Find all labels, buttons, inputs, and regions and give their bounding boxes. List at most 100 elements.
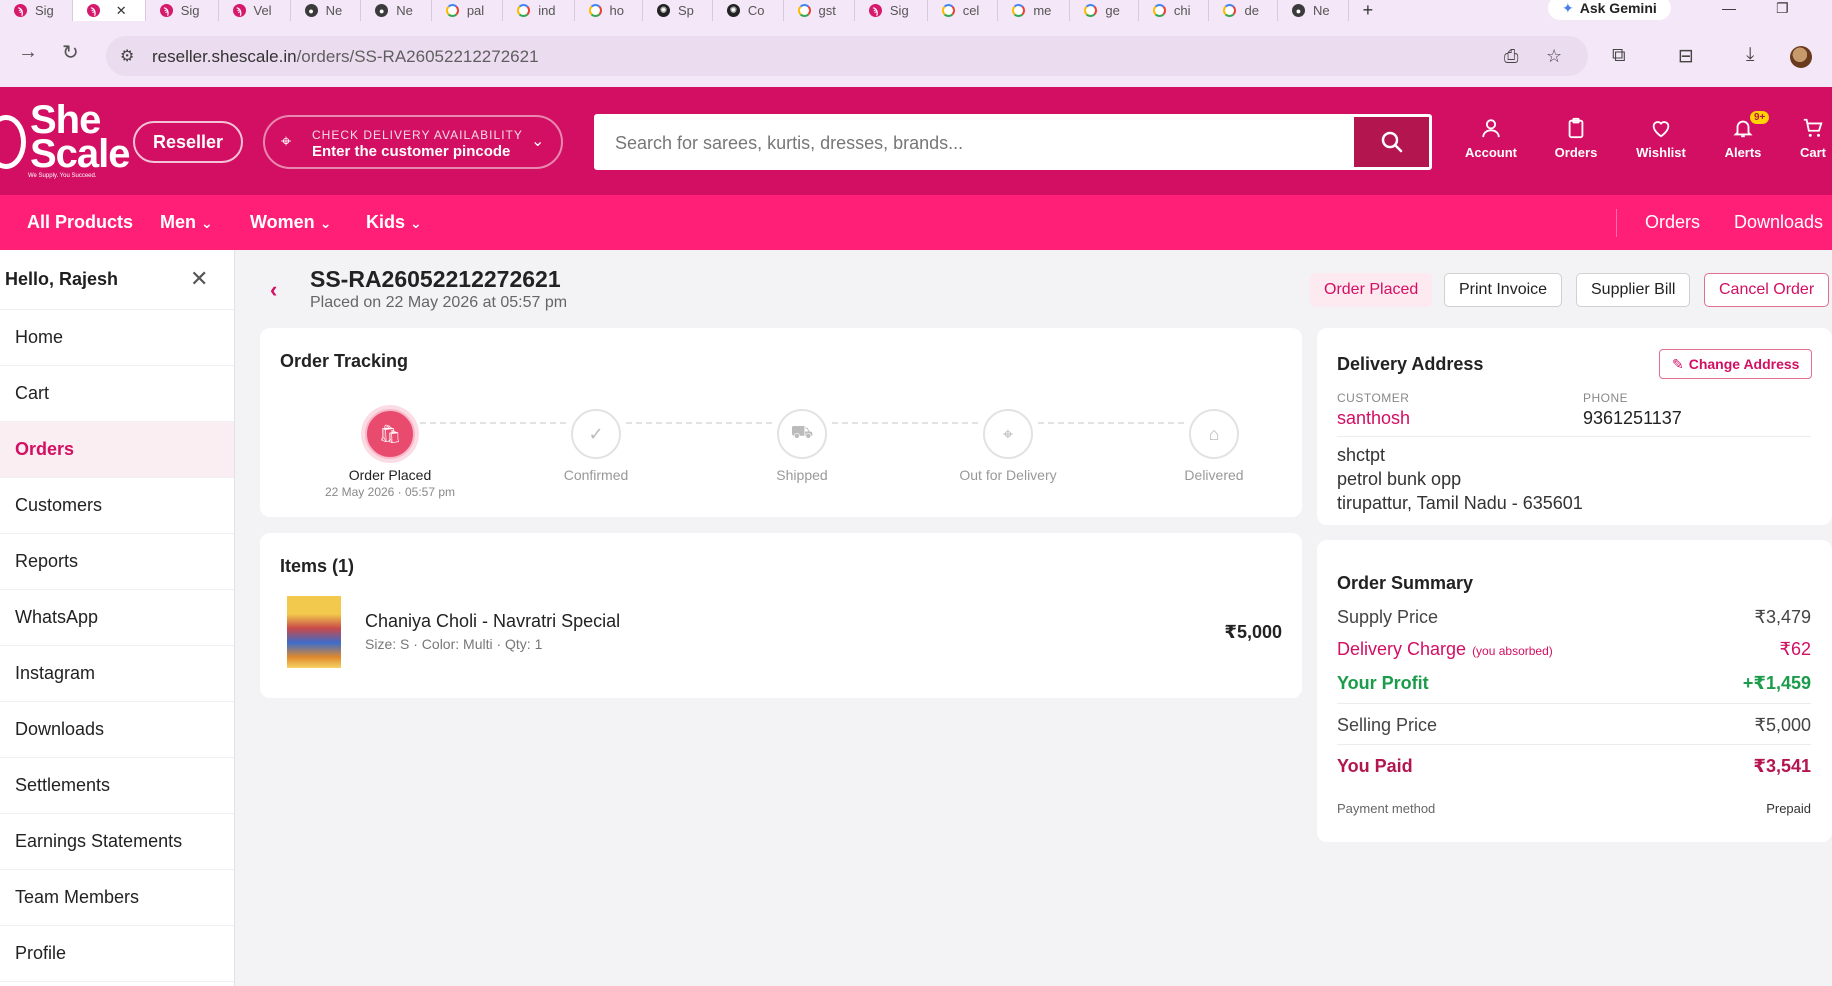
change-address-button[interactable]: ✎ Change Address [1659,349,1813,379]
your-profit-row: Your Profit +₹1,459 [1337,673,1811,693]
customer-name: santhosh [1337,408,1411,428]
chevron-down-icon: ⌄ [531,133,545,150]
truck-icon: ⛟ [777,409,827,459]
browser-tab[interactable]: ● Ne [1278,0,1349,21]
close-icon[interactable]: ✕ [190,266,208,292]
payment-method-row: Payment method Prepaid [1337,801,1811,816]
alerts-button[interactable]: 9+ Alerts [1708,111,1778,160]
url-text[interactable]: reseller.shescale.in/orders/SS-RA2605221… [152,47,539,67]
browser-tab[interactable]: pal [432,0,504,21]
browser-tab[interactable]: ● Ne [361,0,432,21]
wishlist-button[interactable]: Wishlist [1626,117,1696,160]
browser-tab[interactable]: ϡ ✕ [72,0,146,21]
google-favicon-icon [445,4,459,17]
address-line-1: shctpt [1337,445,1386,465]
browser-tab[interactable]: ge [1070,0,1139,21]
forward-arrow-icon[interactable]: → [18,41,38,64]
browser-tab[interactable]: me [998,0,1071,21]
reload-icon[interactable]: ↻ [62,40,79,65]
supplier-bill-button[interactable]: Supplier Bill [1576,273,1691,307]
sidebar-item-customers[interactable]: Customers [0,478,234,534]
site-settings-icon[interactable]: ⚙ [120,46,134,66]
browser-tab[interactable]: ho [575,0,644,21]
nav-kids[interactable]: Kids ⌄ [366,212,422,233]
product-name[interactable]: Chaniya Choli - Navratri Special [365,611,620,632]
browser-tab[interactable]: gst [784,0,855,21]
product-thumbnail[interactable] [287,596,341,668]
browser-tab[interactable]: ϡ Sig [0,0,73,21]
profile-avatar[interactable] [1790,46,1812,68]
orders-button[interactable]: Orders [1541,117,1611,160]
customer-label: CUSTOMER [1337,391,1410,405]
clipboard-icon [1541,117,1611,145]
chevron-down-icon: ⌄ [319,215,332,231]
ask-gemini-button[interactable]: ✦ Ask Gemini [1548,0,1671,20]
browser-tab[interactable]: ● Ne [291,0,362,21]
browser-tab[interactable]: ϡ Vel [219,0,291,21]
search-input[interactable] [615,129,1345,157]
cart-button[interactable]: Cart [1778,117,1832,160]
google-favicon-icon [517,4,531,17]
sidebar-item-whatsapp[interactable]: WhatsApp [0,590,234,646]
google-favicon-icon [1223,4,1237,17]
globe-favicon-icon: ● [304,4,318,17]
tracking-step: 🛍 Order Placed 22 May 2026 · 05:57 pm [310,409,470,499]
summary-divider [1337,703,1811,704]
google-favicon-icon [941,4,955,17]
back-chevron-icon[interactable]: ‹ [270,277,277,303]
logo-swirl-icon [0,115,26,169]
sidebar-item-profile[interactable]: Profile [0,926,234,982]
nav-downloads[interactable]: Downloads [1734,212,1823,233]
browser-tab[interactable]: ϡ Sig [855,0,928,21]
sidebar-item-settlements[interactable]: Settlements [0,758,234,814]
maximize-icon[interactable]: ❐ [1776,0,1789,17]
browser-tab[interactable]: de [1209,0,1278,21]
shescale-favicon-icon: ϡ [232,4,246,17]
sidebar-item-cart[interactable]: Cart [0,366,234,422]
nav-men[interactable]: Men ⌄ [160,212,213,233]
close-tab-icon[interactable]: ✕ [116,3,127,19]
search-box [594,114,1432,170]
sidebar-item-home[interactable]: Home [0,310,234,366]
google-favicon-icon [1012,4,1026,17]
address-divider [1337,436,1811,437]
nav-divider [1616,209,1617,237]
address-bar[interactable]: ⚙ reseller.shescale.in/orders/SS-RA26052… [106,36,1588,76]
bookmark-star-icon[interactable]: ☆ [1546,46,1562,67]
sidebar-item-earnings-statements[interactable]: Earnings Statements [0,814,234,870]
browser-tab[interactable]: ϡ Sig [146,0,219,21]
browser-tab[interactable]: chi [1139,0,1210,21]
browser-tab[interactable]: ✺ Sp [643,0,713,21]
shescale-logo[interactable]: She Scale We Supply. You Succeed. [0,100,131,181]
extensions-icon[interactable]: ⧉ [1612,45,1626,67]
product-meta: Size: S · Color: Multi · Qty: 1 [365,636,543,652]
sidebar-item-orders[interactable]: Orders [0,422,234,478]
summary-divider [1337,744,1811,745]
pencil-icon: ✎ [1672,355,1684,372]
items-title: Items (1) [280,556,355,576]
cancel-order-button[interactable]: Cancel Order [1704,273,1830,307]
sidebar-item-team-members[interactable]: Team Members [0,870,234,926]
chatgpt-favicon-icon: ✺ [657,4,671,17]
download-icon[interactable]: ⤓ [1746,44,1754,66]
sidebar-item-reports[interactable]: Reports [0,534,234,590]
nav-orders[interactable]: Orders [1645,212,1700,233]
tab-search-icon[interactable]: ⊟ [1678,45,1694,68]
search-button[interactable] [1354,117,1429,167]
sidebar-item-downloads[interactable]: Downloads [0,702,234,758]
browser-tab[interactable]: cel [928,0,999,21]
pincode-check-button[interactable]: ⌖ CHECK DELIVERY AVAILABILITY Enter the … [263,115,563,169]
minimize-icon[interactable]: — [1722,0,1736,16]
order-placed-date: Placed on 22 May 2026 at 05:57 pm [310,294,568,311]
browser-tab[interactable]: ✺ Co [713,0,784,21]
sidebar-item-instagram[interactable]: Instagram [0,646,234,702]
new-tab-icon[interactable]: + [1349,0,1388,21]
install-app-icon[interactable]: ⎙ [1504,46,1518,67]
nav-women[interactable]: Women ⌄ [250,212,331,233]
print-invoice-button[interactable]: Print Invoice [1444,273,1563,307]
browser-tab[interactable]: ind [503,0,575,21]
reseller-button[interactable]: Reseller [133,121,243,163]
account-button[interactable]: Account [1456,117,1526,160]
nav-all-products[interactable]: All Products [27,212,133,233]
google-favicon-icon [1152,4,1166,17]
